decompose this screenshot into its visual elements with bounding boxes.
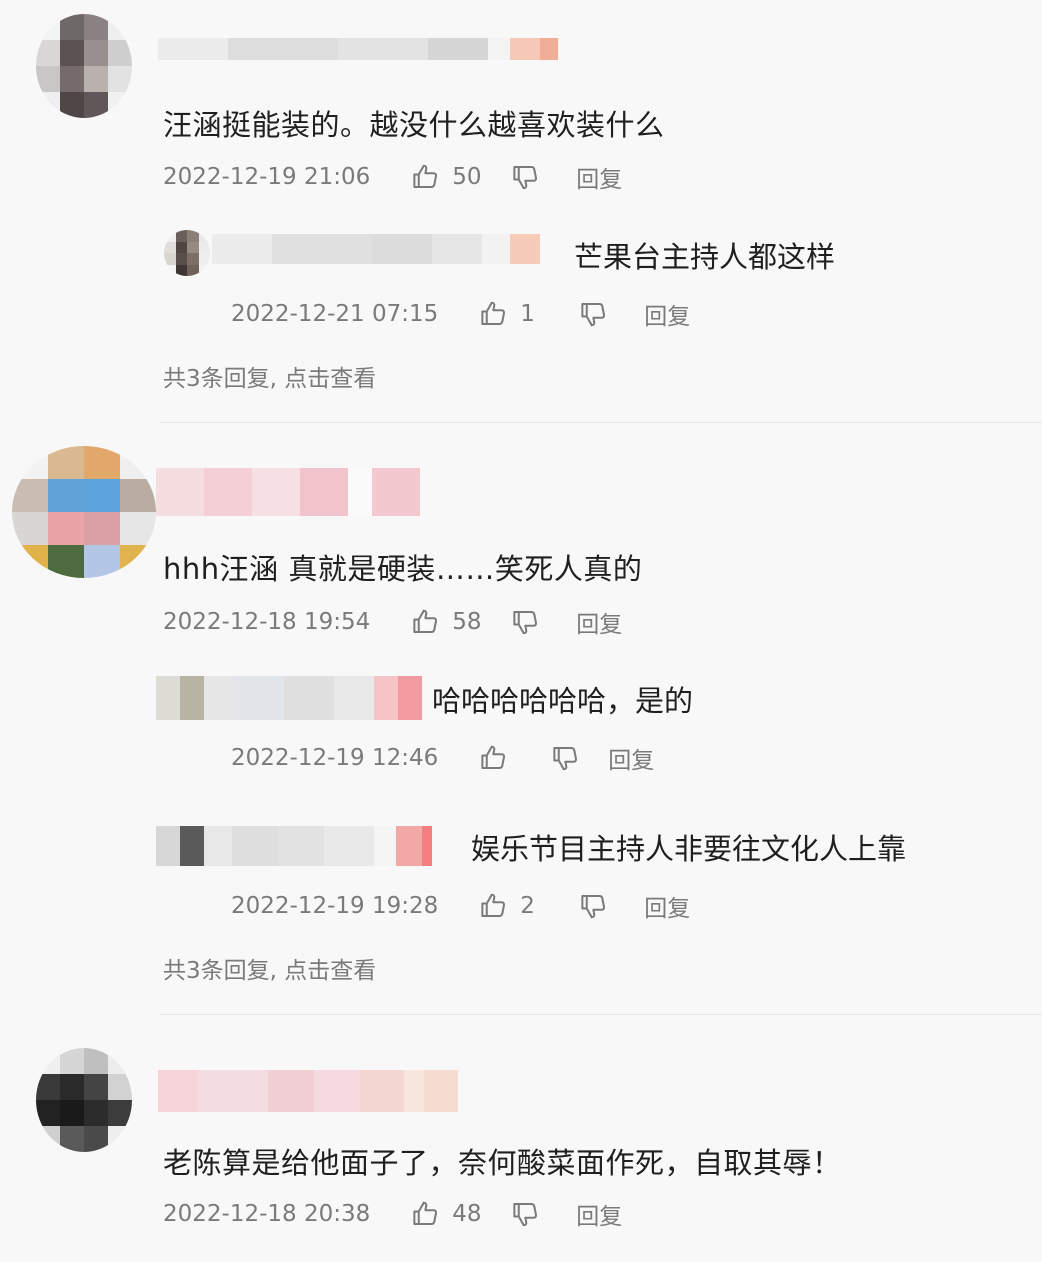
reply-meta: 2022-12-19 19:28 2 回复 — [231, 889, 690, 923]
divider — [160, 1014, 1042, 1015]
thumbs-up-icon — [413, 609, 438, 633]
thumbs-up-icon — [413, 1201, 438, 1225]
view-more-replies-link[interactable]: 共3条回复, 点击查看 — [163, 951, 376, 985]
thumbs-up-icon — [481, 745, 506, 769]
timestamp: 2022-12-19 19:28 — [231, 893, 439, 919]
dislike-button[interactable] — [510, 1199, 540, 1229]
thumbs-up-icon — [481, 893, 506, 917]
comment-meta: 2022-12-18 19:54 58 回复 — [163, 605, 622, 639]
thumbs-down-icon — [513, 166, 538, 190]
reply-button[interactable]: 回复 — [644, 297, 690, 331]
dislike-button[interactable] — [578, 299, 608, 329]
like-count: 1 — [520, 301, 535, 327]
thumbs-down-icon — [513, 1203, 538, 1227]
username-blurred[interactable] — [158, 1070, 458, 1112]
reply-button[interactable]: 回复 — [576, 1197, 622, 1231]
like-button[interactable] — [478, 743, 550, 773]
like-button[interactable]: 50 — [410, 162, 482, 192]
username-blurred[interactable] — [156, 468, 420, 516]
thumbs-down-icon — [513, 611, 538, 635]
like-count: 2 — [520, 893, 535, 919]
comment-text: 汪涵挺能装的。越没什么越喜欢装什么 — [163, 108, 665, 142]
reply-text: 娱乐节目主持人非要往文化人上靠 — [471, 832, 907, 866]
timestamp: 2022-12-19 12:46 — [231, 745, 439, 771]
avatar[interactable] — [12, 446, 156, 578]
thumbs-down-icon — [553, 747, 578, 771]
reply-button[interactable]: 回复 — [576, 160, 622, 194]
avatar[interactable] — [36, 14, 132, 118]
username-blurred[interactable] — [158, 38, 558, 60]
timestamp: 2022-12-18 19:54 — [163, 609, 371, 635]
thumbs-up-icon — [481, 301, 506, 325]
divider — [160, 422, 1042, 423]
thumbs-down-icon — [581, 303, 606, 327]
dislike-button[interactable] — [550, 743, 580, 773]
like-button[interactable]: 2 — [478, 891, 550, 921]
timestamp: 2022-12-19 21:06 — [163, 164, 371, 190]
like-count: 48 — [452, 1201, 482, 1227]
reply-text: 哈哈哈哈哈哈，是的 — [432, 684, 694, 718]
reply-button[interactable]: 回复 — [576, 605, 622, 639]
reply-meta: 2022-12-21 07:15 1 回复 — [231, 297, 690, 331]
timestamp: 2022-12-21 07:15 — [231, 301, 439, 327]
like-button[interactable]: 1 — [478, 299, 550, 329]
dislike-button[interactable] — [510, 162, 540, 192]
like-count: 58 — [452, 609, 482, 635]
like-button[interactable]: 48 — [410, 1199, 482, 1229]
dislike-button[interactable] — [578, 891, 608, 921]
like-count: 50 — [452, 164, 482, 190]
username-blurred[interactable] — [156, 826, 432, 866]
thumbs-up-icon — [413, 164, 438, 188]
comment-text: hhh汪涵 真就是硬装……笑死人真的 — [163, 552, 643, 586]
thumbs-down-icon — [581, 895, 606, 919]
reply-button[interactable]: 回复 — [608, 741, 654, 775]
comment-text: 老陈算是给他面子了，奈何酸菜面作死，自取其辱！ — [163, 1146, 842, 1180]
avatar[interactable] — [36, 1048, 132, 1152]
timestamp: 2022-12-18 20:38 — [163, 1201, 371, 1227]
username-blurred[interactable] — [212, 234, 540, 264]
reply-button[interactable]: 回复 — [644, 889, 690, 923]
view-more-replies-link[interactable]: 共3条回复, 点击查看 — [163, 359, 376, 393]
username-blurred[interactable] — [156, 676, 422, 720]
avatar[interactable] — [164, 230, 210, 276]
comment-meta: 2022-12-19 21:06 50 回复 — [163, 160, 622, 194]
like-button[interactable]: 58 — [410, 607, 482, 637]
reply-meta: 2022-12-19 12:46 回复 — [231, 741, 654, 775]
reply-text: 芒果台主持人都这样 — [574, 240, 836, 274]
dislike-button[interactable] — [510, 607, 540, 637]
comment-meta: 2022-12-18 20:38 48 回复 — [163, 1197, 622, 1231]
